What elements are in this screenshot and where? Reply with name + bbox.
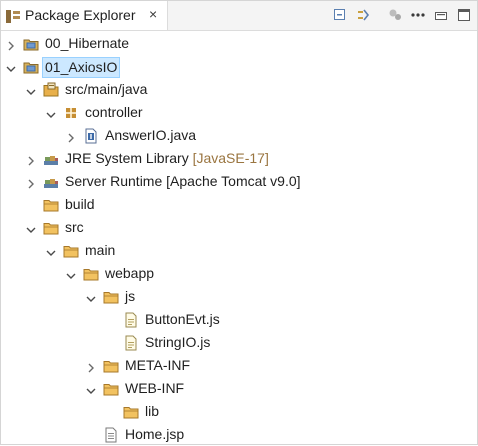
chevron-right-icon[interactable] xyxy=(66,130,76,143)
chevron-down-icon[interactable] xyxy=(46,245,56,256)
folder-icon xyxy=(43,197,59,213)
tree-item-label: lib xyxy=(145,402,159,421)
folder-icon xyxy=(103,358,119,374)
tree-item-label: controller xyxy=(85,103,143,122)
tree-item[interactable]: main xyxy=(1,239,477,262)
tree-item[interactable]: ButtonEvt.js xyxy=(1,308,477,331)
tree-item-label: build xyxy=(65,195,95,214)
tree-item-label: 00_Hibernate xyxy=(45,34,129,53)
folder-icon xyxy=(103,381,119,397)
tree-item-label: StringIO.js xyxy=(145,333,210,352)
tree-item-text: META-INF xyxy=(125,357,191,373)
tree-item[interactable]: Server Runtime [Apache Tomcat v9.0] xyxy=(1,170,477,193)
tree-item-label: META-INF xyxy=(125,356,190,375)
tree-item-label: 01_AxiosIO xyxy=(42,57,121,78)
folder-icon xyxy=(63,243,79,259)
tree-item-label: Server Runtime [Apache Tomcat v9.0] xyxy=(65,172,301,191)
maximize-icon[interactable] xyxy=(456,7,472,23)
tree-item-text: src/main/java xyxy=(65,81,148,97)
tree-item-text: JRE System Library xyxy=(65,150,189,166)
chevron-right-icon[interactable] xyxy=(86,360,96,373)
chevron-down-icon[interactable] xyxy=(6,61,16,72)
package-icon xyxy=(63,105,79,121)
folder-icon xyxy=(83,266,99,282)
package-explorer-icon xyxy=(6,10,20,26)
tree-item-text: 01_AxiosIO xyxy=(45,59,118,75)
tree-item[interactable]: webapp xyxy=(1,262,477,285)
folder-icon xyxy=(43,220,59,236)
tree-item[interactable]: lib xyxy=(1,400,477,423)
tree-item-decoration: [JavaSE-17] xyxy=(192,150,269,166)
source-folder-icon xyxy=(43,82,59,98)
chevron-down-icon[interactable] xyxy=(26,222,36,233)
tree-item[interactable]: AnswerIO.java xyxy=(1,124,477,147)
chevron-down-icon[interactable] xyxy=(86,291,96,302)
tree-item[interactable]: build xyxy=(1,193,477,216)
tree-item-label: AnswerIO.java xyxy=(105,126,196,145)
tree-item-text: js xyxy=(125,288,136,304)
tree-item-label: WEB-INF xyxy=(125,379,184,398)
tree-item-label: Home.jsp xyxy=(125,425,184,444)
tree-item[interactable]: src xyxy=(1,216,477,239)
view-menu-icon[interactable] xyxy=(410,7,426,23)
tree-item-text: build xyxy=(65,196,95,212)
tree-item[interactable]: StringIO.js xyxy=(1,331,477,354)
tree-item[interactable]: Home.jsp xyxy=(1,423,477,446)
view-titlebar: Package Explorer × xyxy=(1,1,477,31)
tree-item-text: 00_Hibernate xyxy=(45,35,130,51)
java-file-icon xyxy=(83,128,99,144)
collapse-all-icon[interactable] xyxy=(332,7,348,23)
tree-item-label: JRE System Library [JavaSE-17] xyxy=(65,149,269,168)
tree-item[interactable]: 00_Hibernate xyxy=(1,32,477,55)
tree-item-text: lib xyxy=(145,403,160,419)
tree-item-text: controller xyxy=(85,104,143,120)
package-explorer-view: Package Explorer × 00_Hibernate 01_Axios… xyxy=(0,0,478,445)
tree-item[interactable]: JRE System Library [JavaSE-17] xyxy=(1,147,477,170)
tree-item-label: ButtonEvt.js xyxy=(145,310,220,329)
library-icon xyxy=(43,174,59,190)
tree-item-text: webapp xyxy=(105,265,155,281)
tree-item-label: src xyxy=(65,218,84,237)
chevron-down-icon[interactable] xyxy=(86,383,96,394)
chevron-right-icon[interactable] xyxy=(6,38,16,51)
tree-item-label: src/main/java xyxy=(65,80,147,99)
tree-item-text: WEB-INF xyxy=(125,380,185,396)
js-file-icon xyxy=(123,335,139,351)
minimize-icon[interactable] xyxy=(433,7,449,23)
tree-item[interactable]: src/main/java xyxy=(1,78,477,101)
tree-item[interactable]: controller xyxy=(1,101,477,124)
tree-item-text: Home.jsp xyxy=(125,426,185,442)
chevron-right-icon[interactable] xyxy=(26,176,36,189)
library-icon xyxy=(43,151,59,167)
tree-item-text: AnswerIO.java xyxy=(105,127,197,143)
tree-item-label: webapp xyxy=(105,264,154,283)
jsp-file-icon xyxy=(103,427,119,443)
chevron-down-icon[interactable] xyxy=(66,268,76,279)
tree-item[interactable]: js xyxy=(1,285,477,308)
tab-label: Package Explorer xyxy=(25,7,136,23)
chevron-down-icon[interactable] xyxy=(26,84,36,95)
tree-item[interactable]: META-INF xyxy=(1,354,477,377)
tree-item-label: main xyxy=(85,241,115,260)
folder-icon xyxy=(103,289,119,305)
tab-package-explorer[interactable]: Package Explorer × xyxy=(1,1,168,30)
chevron-down-icon[interactable] xyxy=(46,107,56,118)
project-icon xyxy=(23,59,39,75)
js-file-icon xyxy=(123,312,139,328)
chevron-right-icon[interactable] xyxy=(26,153,36,166)
tree-item-text: src xyxy=(65,219,84,235)
tree-item[interactable]: WEB-INF xyxy=(1,377,477,400)
project-icon xyxy=(23,36,39,52)
tree-item-text: StringIO.js xyxy=(145,334,211,350)
tree-item-text: main xyxy=(85,242,116,258)
filter-icon[interactable] xyxy=(387,7,403,23)
tree-item-text: ButtonEvt.js xyxy=(145,311,220,327)
tree-item-label: js xyxy=(125,287,135,306)
close-icon[interactable]: × xyxy=(149,6,157,22)
tree-item-text: Server Runtime [Apache Tomcat v9.0] xyxy=(65,173,301,189)
tree-item[interactable]: 01_AxiosIO xyxy=(1,55,477,78)
link-with-editor-icon[interactable] xyxy=(355,7,371,23)
folder-icon xyxy=(123,404,139,420)
